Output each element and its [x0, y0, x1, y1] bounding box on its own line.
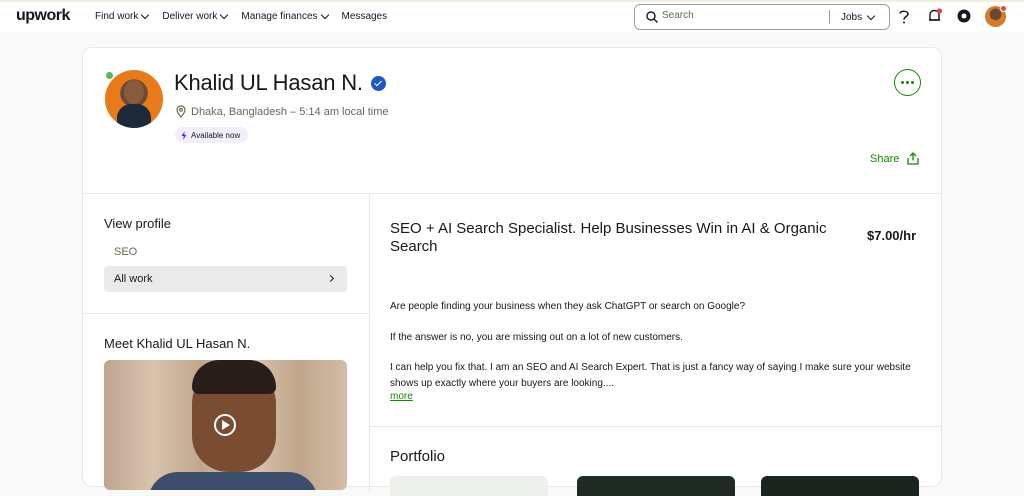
nav-messages[interactable]: Messages [342, 11, 388, 22]
dot-icon [911, 81, 914, 84]
nav-find-work-label: Find work [95, 11, 139, 22]
top-navigation-bar: upwork Find work Deliver work Manage fin… [0, 0, 1024, 32]
profile-name-row: Khalid UL Hasan N. [174, 70, 386, 96]
column-divider [369, 193, 370, 493]
dot-icon [901, 81, 904, 84]
meet-title: Meet Khalid UL Hasan N. [104, 336, 251, 351]
description-paragraph: Are people finding your business when th… [390, 301, 746, 312]
sidebar-divider [83, 313, 369, 314]
search-icon [646, 11, 658, 23]
user-avatar[interactable] [985, 5, 1007, 27]
search-bar: Jobs [634, 4, 890, 30]
nav-messages-label: Messages [341, 11, 388, 22]
profile-name: Khalid UL Hasan N. [174, 70, 363, 95]
intro-video[interactable] [104, 360, 347, 490]
share-icon [907, 152, 920, 165]
profile-location: Dhaka, Bangladesh – 5:14 am local time [176, 105, 389, 118]
portfolio-item[interactable] [390, 476, 548, 496]
search-divider [829, 10, 830, 24]
profile-avatar [105, 70, 163, 128]
search-input[interactable] [662, 10, 812, 21]
chevron-down-icon [220, 10, 229, 20]
portfolio-item[interactable] [761, 476, 919, 496]
more-link[interactable]: more [390, 391, 413, 402]
chevron-down-icon [320, 10, 329, 20]
portfolio-item[interactable] [577, 476, 735, 496]
share-label: Share [870, 152, 900, 165]
profile-card: Khalid UL Hasan N. Dhaka, Bangladesh – 5… [82, 47, 942, 496]
chevron-down-icon [141, 10, 150, 20]
header-divider [83, 193, 941, 194]
sidebar-item-all-work-label: All work [114, 273, 153, 285]
location-pin-icon [176, 105, 186, 118]
play-icon[interactable] [214, 414, 236, 436]
profile-description: Are people finding your business when th… [390, 299, 920, 391]
availability-text: Available now [191, 130, 241, 140]
nav-find-work[interactable]: Find work [95, 10, 150, 22]
dot-icon [906, 81, 909, 84]
lightning-icon [181, 130, 187, 140]
description-paragraph: I can help you fix that. I am an SEO and… [390, 362, 911, 389]
chevron-down-icon [866, 11, 876, 21]
main-nav: Find work Deliver work Manage finances M… [95, 10, 388, 22]
profile-photo [105, 70, 163, 128]
share-button[interactable]: Share [870, 152, 920, 165]
help-icon[interactable] [898, 9, 910, 25]
search-scope-label: Jobs [841, 12, 863, 23]
portfolio-title: Portfolio [390, 448, 446, 465]
nav-manage-finances[interactable]: Manage finances [241, 10, 329, 22]
nav-deliver-work-label: Deliver work [162, 11, 218, 22]
availability-badge: Available now [175, 127, 249, 143]
avatar-status-dot [1000, 5, 1007, 12]
settings-icon[interactable] [956, 8, 972, 24]
chevron-right-icon [326, 274, 335, 283]
location-text: Dhaka, Bangladesh – 5:14 am local time [191, 105, 389, 118]
description-paragraph: If the answer is no, you are missing out… [390, 331, 683, 343]
nav-manage-finances-label: Manage finances [241, 11, 318, 22]
sidebar-item-seo[interactable]: SEO [114, 246, 137, 258]
sidebar-item-all-work[interactable]: All work [104, 266, 347, 292]
more-options-button[interactable] [894, 69, 921, 96]
view-profile-title: View profile [104, 216, 171, 231]
notifications-icon[interactable] [927, 8, 943, 24]
section-divider [370, 426, 941, 427]
verified-badge-icon [370, 75, 386, 91]
profile-headline: SEO + AI Search Specialist. Help Busines… [390, 220, 827, 255]
search-scope-dropdown[interactable]: Jobs [841, 11, 876, 23]
online-status-dot [105, 71, 114, 80]
upwork-logo[interactable]: upwork [16, 7, 70, 25]
hourly-rate: $7.00/hr [867, 228, 917, 243]
nav-deliver-work[interactable]: Deliver work [162, 10, 229, 22]
